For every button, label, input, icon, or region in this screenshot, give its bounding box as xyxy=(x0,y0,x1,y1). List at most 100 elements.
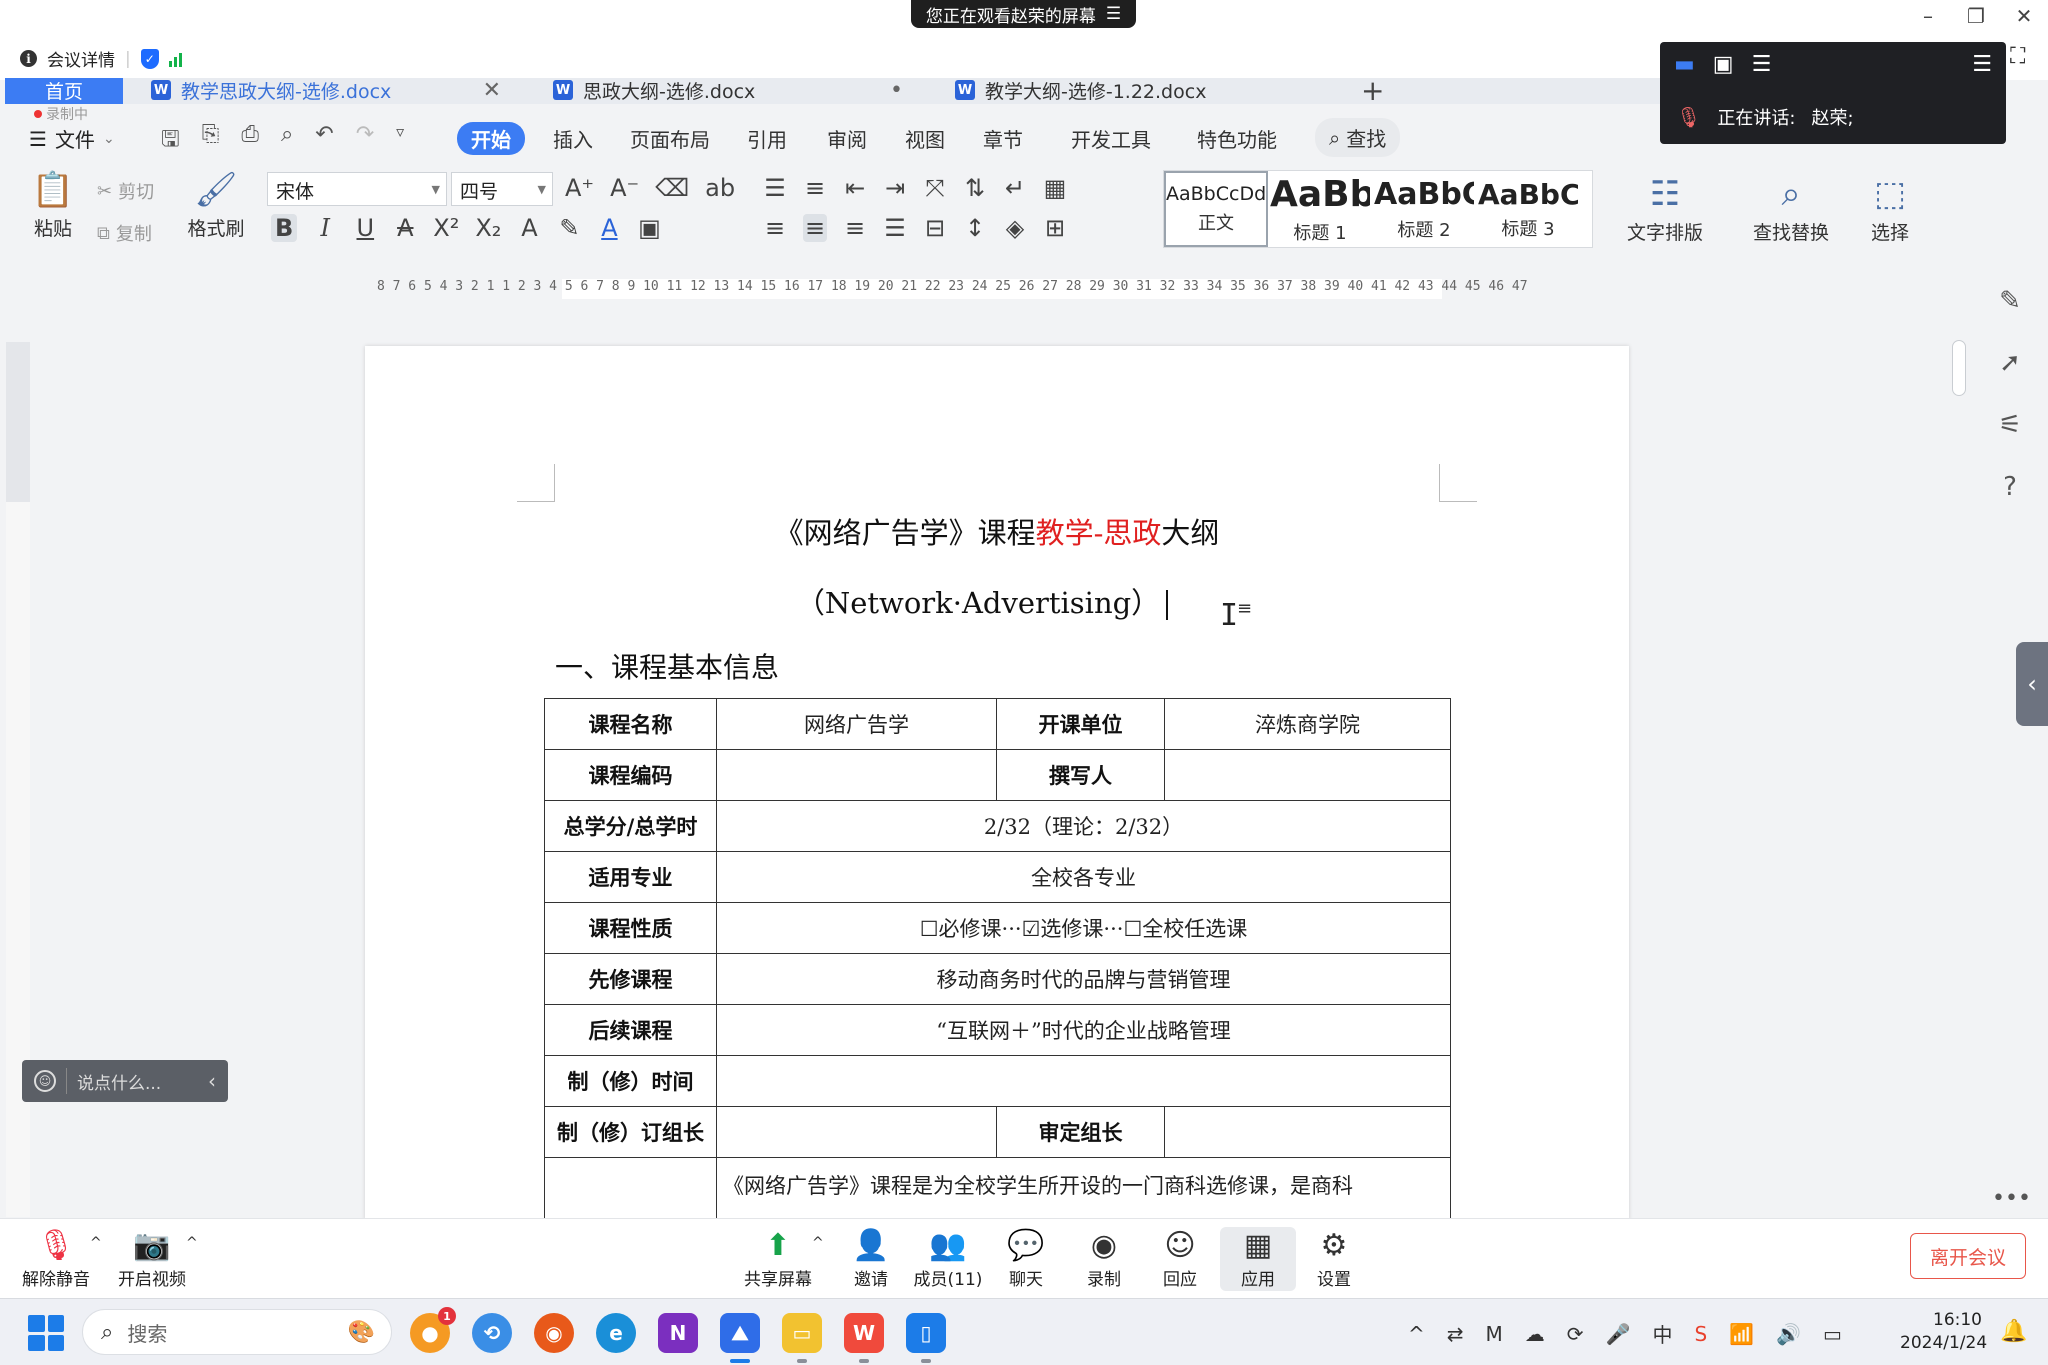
settings-sliders-icon[interactable]: ⇄ xyxy=(1447,1322,1464,1346)
chevron-up-icon[interactable]: ^ xyxy=(90,1235,102,1251)
meeting-app-icon[interactable]: ⛰ xyxy=(720,1313,760,1363)
onenote-icon[interactable]: N xyxy=(658,1313,698,1353)
tab-review[interactable]: 审阅 xyxy=(827,124,867,153)
italic-icon[interactable]: I xyxy=(313,214,337,242)
speaker-panel[interactable]: ▬ ▣ ☰ ☰ 🎙 正在讲话: 赵荣; xyxy=(1660,42,2006,144)
table-cell[interactable]: 制（修）时间 xyxy=(544,1055,717,1107)
table-cell[interactable]: 全校各专业 xyxy=(716,851,1451,903)
side-panel-toggle[interactable]: ‹ xyxy=(2016,642,2048,726)
input-method-icon[interactable]: 中 xyxy=(1652,1319,1672,1348)
tab-page-layout[interactable]: 页面布局 xyxy=(630,124,710,153)
window-view-icon[interactable]: ▣ xyxy=(1713,52,1734,77)
tab-insert[interactable]: 插入 xyxy=(553,124,593,153)
tab-document-3[interactable]: W 教学大纲-选修-1.22.docx xyxy=(945,78,1325,104)
style-normal[interactable]: AaBbCcDd 正文 xyxy=(1164,171,1268,247)
security-shield-icon[interactable]: ✓ xyxy=(140,48,159,69)
mail-app-icon[interactable]: ● 1 xyxy=(410,1307,456,1353)
wifi-icon[interactable]: 📶 xyxy=(1729,1322,1754,1346)
select-button[interactable]: ⬚ 选择 xyxy=(1855,174,1925,245)
quick-chat-bar[interactable]: ☺ 说点什么... ‹ xyxy=(22,1060,228,1102)
table-cell[interactable]: “互联网＋”时代的企业战略管理 xyxy=(716,1004,1451,1056)
new-tab-plus-icon[interactable]: + xyxy=(1361,78,1384,104)
chevron-up-icon[interactable]: ^ xyxy=(812,1235,824,1251)
table-cell[interactable] xyxy=(1164,1106,1451,1158)
distributed-icon[interactable]: ⊟ xyxy=(923,214,947,242)
firefox-icon[interactable]: ◉ xyxy=(534,1313,574,1353)
course-info-table[interactable]: 课程名称 网络广告学 开课单位 淬炼商学院 课程编码 撰写人 总学分/总学时 2… xyxy=(544,698,1451,1220)
info-icon[interactable]: i xyxy=(20,50,37,67)
pen-icon[interactable]: ✎ xyxy=(1999,286,2021,316)
wps-tray-icon[interactable]: S xyxy=(1694,1322,1707,1346)
table-cell[interactable]: 总学分/总学时 xyxy=(544,800,717,852)
table-cell[interactable]: 网络广告学 xyxy=(716,698,997,750)
close-icon[interactable]: ✕ xyxy=(2014,4,2034,28)
unsaved-dot-icon[interactable]: • xyxy=(890,78,903,103)
windows-start-icon[interactable] xyxy=(28,1315,64,1351)
font-color-icon[interactable]: A xyxy=(597,214,621,242)
customize-toolbar-icon[interactable]: ▿ xyxy=(396,122,404,160)
cut-button[interactable]: ✂ 剪切 xyxy=(97,178,154,204)
increase-indent-icon[interactable]: ⇥ xyxy=(883,174,907,202)
tab-document-1[interactable]: W 教学思政大纲-选修.docx ✕ xyxy=(141,78,521,104)
minimize-panel-icon[interactable]: ▬ xyxy=(1674,52,1695,77)
restore-icon[interactable]: ❐ xyxy=(1966,4,1986,28)
table-cell[interactable]: 撰写人 xyxy=(996,749,1165,801)
justify-icon[interactable]: ☰ xyxy=(883,214,907,242)
edge-icon[interactable]: e xyxy=(596,1313,636,1353)
system-clock[interactable]: 16:10 2024/1/24 xyxy=(1900,1309,1987,1355)
styles-gallery[interactable]: AaBbCcDd 正文 AaBb 标题 1 AaBbC 标题 2 AaBbC 标… xyxy=(1163,170,1593,248)
horizontal-ruler[interactable]: 8 7 6 5 4 3 2 1 1 2 3 4 5 6 7 8 9 10 11 … xyxy=(5,276,1940,302)
document-title[interactable]: 《网络广告学》课程教学-思政大纲 xyxy=(365,510,1629,552)
bullet-list-icon[interactable]: ☰ xyxy=(763,174,787,202)
copy-button[interactable]: ⧉ 复制 xyxy=(97,220,152,246)
font-name-select[interactable]: 宋体 ▼ xyxy=(267,172,447,206)
minimize-icon[interactable]: – xyxy=(1918,4,1938,28)
start-video-button[interactable]: 📷 开启视频 xyxy=(114,1227,190,1290)
save-icon[interactable]: 🖫 xyxy=(161,122,180,160)
style-heading-3[interactable]: AaBbC 标题 3 xyxy=(1476,171,1580,247)
chevron-left-icon[interactable]: ‹ xyxy=(208,1069,216,1093)
more-options-icon[interactable]: ••• xyxy=(1992,1186,2031,1211)
chat-input-placeholder[interactable]: 说点什么... xyxy=(77,1069,161,1094)
table-cell[interactable] xyxy=(1164,749,1451,801)
clear-format-icon[interactable]: ⌫ xyxy=(655,174,689,202)
underline-icon[interactable]: U xyxy=(353,214,377,242)
browser-app-icon[interactable]: ⟲ xyxy=(472,1313,512,1353)
sort-icon[interactable]: ⇅ xyxy=(963,174,987,202)
record-button[interactable]: ◉ 录制 xyxy=(1066,1227,1142,1290)
emoji-icon[interactable]: ☺ xyxy=(34,1070,56,1092)
unmute-button[interactable]: 🎙 解除静音 xyxy=(18,1227,94,1290)
table-cell[interactable]: 适用专业 xyxy=(544,851,717,903)
members-button[interactable]: 👥 成员(11) xyxy=(910,1227,986,1290)
sliders-icon[interactable]: ⚟ xyxy=(1998,410,2021,440)
table-cell[interactable]: 审定组长 xyxy=(996,1106,1165,1158)
cloud-sync-icon[interactable]: ☁ xyxy=(1525,1322,1545,1346)
volume-icon[interactable]: 🔊 xyxy=(1776,1322,1801,1346)
table-cell[interactable]: 开课单位 xyxy=(996,698,1165,750)
table-cell[interactable]: 《网络广告学》课程是为全校学生所开设的一门商科选修课，是商科 xyxy=(716,1157,1451,1220)
table-cell[interactable]: 课程编码 xyxy=(544,749,717,801)
highlight-icon[interactable]: ✎ xyxy=(557,214,581,242)
format-painter-button[interactable]: 🖌 格式刷 xyxy=(183,170,249,241)
battery-icon[interactable]: ▭ xyxy=(1823,1322,1842,1346)
chat-button[interactable]: 💬 聊天 xyxy=(988,1227,1064,1290)
tab-special-features[interactable]: 特色功能 xyxy=(1197,124,1277,153)
redo-icon[interactable]: ↷ xyxy=(356,122,374,160)
apps-button[interactable]: ▦ 应用 xyxy=(1220,1227,1296,1291)
shrink-font-icon[interactable]: A⁻ xyxy=(610,174,639,202)
settings-button[interactable]: ⚙ 设置 xyxy=(1296,1227,1372,1290)
help-icon[interactable]: ? xyxy=(2003,472,2017,502)
chevron-up-icon[interactable]: ^ xyxy=(1408,1322,1425,1346)
table-cell[interactable]: 移动商务时代的品牌与营销管理 xyxy=(716,953,1451,1005)
document-page[interactable]: 《网络广告学》课程教学-思政大纲 （Network·Advertising） I… xyxy=(365,346,1629,1220)
decrease-indent-icon[interactable]: ⇤ xyxy=(843,174,867,202)
line-spacing-icon[interactable]: ↕ xyxy=(963,214,987,242)
paste-button[interactable]: 📋 粘贴 xyxy=(25,170,81,241)
panel-menu-icon[interactable]: ☰ xyxy=(1972,52,1992,77)
tab-home[interactable]: 首页 xyxy=(5,78,123,104)
style-heading-1[interactable]: AaBb 标题 1 xyxy=(1268,171,1372,247)
tab-references[interactable]: 引用 xyxy=(747,124,787,153)
style-heading-2[interactable]: AaBbC 标题 2 xyxy=(1372,171,1476,247)
scrollbar-thumb[interactable] xyxy=(1952,340,1966,396)
microphone-icon[interactable]: 🎤 xyxy=(1606,1322,1631,1346)
